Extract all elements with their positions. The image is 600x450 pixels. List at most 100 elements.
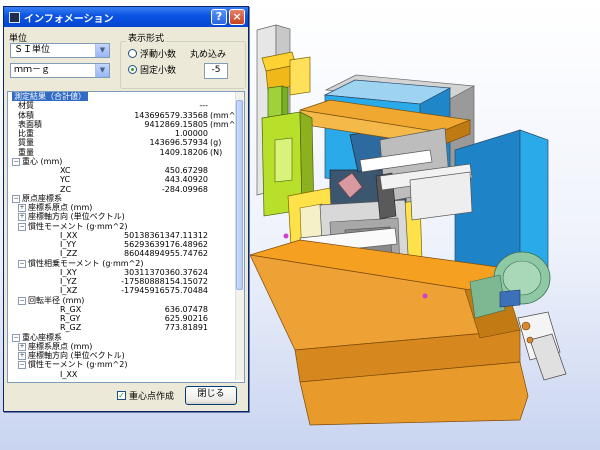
tree-row-text: 材質: [18, 101, 34, 111]
tree-row-label: 材質: [18, 101, 34, 110]
collapse-icon[interactable]: −: [12, 333, 20, 342]
tree-row-label: − 慣性相乗モーメント (g·mm^2): [18, 259, 143, 268]
tree-row-text: 測定結果（合計値）: [14, 92, 86, 101]
tree-row[interactable]: − 慣性モーメント (g·mm^2): [8, 360, 244, 370]
tree-row[interactable]: + 座標軸方向 (単位ベクトル): [8, 212, 244, 222]
tree-row-text: 質量: [18, 138, 34, 148]
tree-row[interactable]: I_XY 30311370360.37624: [8, 268, 244, 277]
length-mass-unit-select[interactable]: ｍｍ－ｇ ▼: [10, 63, 110, 78]
tree-row-value: 143696579.33568: [134, 110, 208, 120]
close-window-button[interactable]: ×: [229, 9, 245, 25]
tree-row-label: 測定結果（合計値）: [12, 92, 88, 102]
tree-row[interactable]: − 重心 (mm): [8, 157, 244, 166]
tree-row-text: I_XY: [60, 267, 77, 277]
tree-row-text: 表面積: [18, 119, 42, 129]
collapse-icon[interactable]: −: [18, 222, 26, 231]
collapse-icon[interactable]: −: [18, 259, 26, 268]
tree-row-text: ZC: [60, 184, 72, 194]
tree-row[interactable]: 測定結果（合計値）: [8, 92, 244, 102]
radio-dot[interactable]: [128, 49, 137, 58]
tree-row-label: − 慣性モーメント (g·mm^2): [18, 222, 127, 231]
expand-icon[interactable]: +: [18, 204, 26, 212]
tree-row-text: I_XX: [60, 230, 78, 240]
checkbox-box[interactable]: ✓: [117, 391, 126, 400]
unit-system-select[interactable]: ＳＩ単位 ▼: [10, 43, 110, 58]
tree-row[interactable]: I_YZ -17580888154.15072: [8, 277, 244, 286]
tree-row[interactable]: − 重心座標系: [8, 333, 244, 342]
tree-row-text: YC: [60, 175, 71, 185]
collapse-icon[interactable]: −: [18, 296, 26, 305]
tree-row[interactable]: I_XZ -17945916575.70484: [8, 286, 244, 295]
machine-3d-model: [249, 24, 567, 426]
chevron-down-icon[interactable]: ▼: [95, 64, 109, 77]
tree-row-label: + 座標系原点 (mm): [18, 203, 92, 212]
tree-row[interactable]: + 座標系原点 (mm): [8, 342, 244, 351]
tree-row[interactable]: YC 443.40920: [8, 175, 244, 184]
unit-system-value: ＳＩ単位: [14, 45, 51, 55]
dialog-titlebar[interactable]: インフォメーション ? ×: [4, 7, 248, 27]
close-button[interactable]: 閉じる: [185, 386, 237, 405]
tree-row[interactable]: 重量 1409.18206 (N): [8, 148, 244, 157]
tree-row[interactable]: 表面積 9412869.15805 (mm^2): [8, 120, 244, 129]
tree-row[interactable]: + 座標系原点 (mm): [8, 203, 244, 212]
tree-row[interactable]: − 回転半径 (mm): [8, 296, 244, 305]
collapse-icon[interactable]: −: [12, 194, 20, 203]
radio-dot-selected[interactable]: [128, 65, 137, 74]
tree-row[interactable]: 比重 1.00000: [8, 129, 244, 138]
chevron-down-icon[interactable]: ▼: [95, 44, 109, 57]
rounding-input[interactable]: -5: [204, 63, 228, 79]
collapse-icon[interactable]: −: [12, 157, 20, 166]
tree-row-text: 重量: [18, 147, 34, 157]
tree-row-label: + 座標系原点 (mm): [18, 342, 92, 351]
collapse-icon[interactable]: −: [18, 361, 26, 370]
radio-floating-point[interactable]: 浮動小数: [128, 47, 176, 60]
tree-row-label: XC: [60, 166, 70, 175]
expand-icon[interactable]: +: [18, 352, 26, 360]
results-tree-rows: 測定結果（合計値） 材質 --- 体積 143696579.33568 (mm^3) 表面積…: [8, 92, 244, 379]
tree-row-value: -17945916575.70484: [121, 286, 208, 296]
rounding-label: 丸め込み: [190, 50, 227, 60]
tree-row[interactable]: − 原点座標系: [8, 194, 244, 203]
tree-row[interactable]: + 座標軸方向 (単位ベクトル): [8, 351, 244, 360]
tree-row-text: 座標軸方向 (単位ベクトル): [28, 351, 125, 360]
expand-icon[interactable]: +: [18, 342, 26, 351]
tree-row-value: -284.09968: [161, 184, 208, 194]
tree-row[interactable]: − 慣性相乗モーメント (g·mm^2): [8, 259, 244, 268]
tree-row-text: 座標系原点 (mm): [28, 203, 93, 212]
information-dialog: インフォメーション ? × 単位 ＳＩ単位 ▼ ｍｍ－ｇ ▼ 表示形式 浮動小数…: [3, 6, 249, 412]
create-centroid-checkbox[interactable]: ✓ 重心点作成: [117, 389, 174, 402]
tree-row[interactable]: R_GY 625.90216: [8, 314, 244, 323]
tree-row-value: 143696.57934: [149, 138, 208, 148]
tree-row[interactable]: − 慣性モーメント (g·mm^2): [8, 222, 244, 231]
help-button[interactable]: ?: [211, 9, 227, 25]
tree-row-text: 重心 (mm): [22, 156, 63, 166]
tree-row[interactable]: R_GZ 773.81891: [8, 323, 244, 332]
radio-fixed-point[interactable]: 固定小数: [128, 63, 176, 76]
tree-row-unit: (N): [210, 147, 223, 157]
tree-row-text: 原点座標系: [22, 193, 62, 203]
vertical-scrollbar[interactable]: [235, 92, 244, 380]
tree-row[interactable]: 体積 143696579.33568 (mm^3): [8, 111, 244, 120]
tree-row[interactable]: I_XX 50138361347.11312: [8, 231, 244, 240]
tree-row[interactable]: 質量 143696.57934 (g): [8, 138, 244, 147]
tree-row-label: 体積: [18, 111, 34, 120]
create-centroid-label: 重心点作成: [129, 392, 175, 402]
tree-row[interactable]: I_ZZ 86044894955.74762: [8, 249, 244, 258]
tree-row-label: I_XZ: [60, 286, 77, 295]
expand-icon[interactable]: +: [18, 213, 26, 222]
tree-row[interactable]: ZC -284.09968: [8, 185, 244, 194]
dialog-title: インフォメーション: [24, 13, 114, 25]
scrollbar-thumb[interactable]: [236, 100, 243, 290]
tree-row-text: 慣性相乗モーメント (g·mm^2): [28, 258, 144, 268]
tree-row-text: I_ZZ: [60, 249, 78, 259]
tree-row[interactable]: R_GX 636.07478: [8, 305, 244, 314]
results-tree[interactable]: 測定結果（合計値） 材質 --- 体積 143696579.33568 (mm^3) 表面積…: [7, 91, 245, 383]
tree-row[interactable]: 材質 ---: [8, 101, 244, 110]
tree-row[interactable]: XC 450.67298: [8, 166, 244, 175]
tree-row-text: 座標系原点 (mm): [28, 341, 93, 351]
tree-row-text: I_YY: [60, 240, 77, 249]
app-icon: [9, 11, 20, 23]
tree-row-text: R_GX: [60, 304, 82, 314]
tree-row[interactable]: I_YY 56293639176.48962: [8, 240, 244, 249]
tree-row[interactable]: I_XX: [8, 370, 244, 379]
